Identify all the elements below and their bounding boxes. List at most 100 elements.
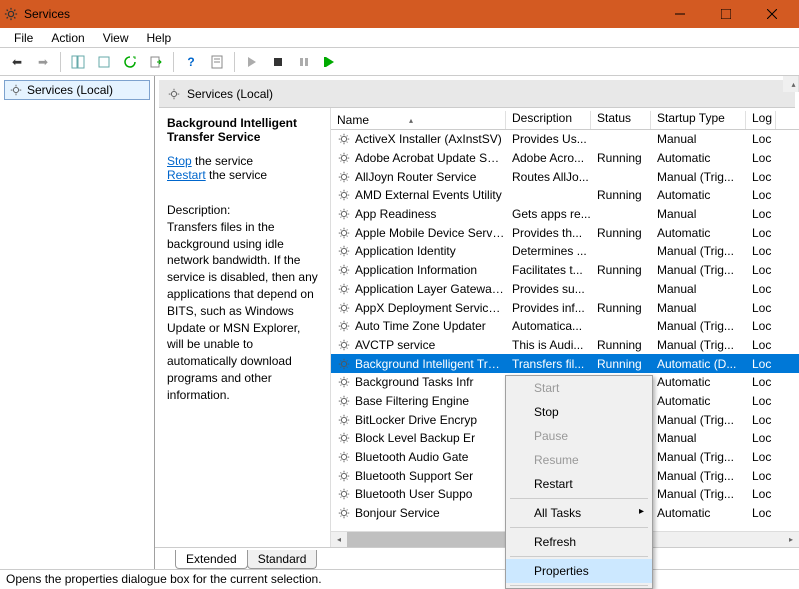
column-name[interactable]: Name▴ (331, 111, 506, 129)
restart-service-button[interactable] (319, 51, 341, 73)
column-description[interactable]: Description (506, 111, 591, 129)
service-name: Application Identity (355, 244, 456, 258)
service-startup: Manual (651, 431, 746, 445)
sort-arrow-icon: ▴ (409, 116, 413, 125)
column-log[interactable]: Log (746, 111, 776, 129)
service-row[interactable]: AVCTP serviceThis is Audi...RunningManua… (331, 336, 799, 355)
context-all-tasks[interactable]: All Tasks▸ (506, 501, 652, 525)
service-name: Bonjour Service (355, 506, 440, 520)
stop-service-button[interactable] (267, 51, 289, 73)
menu-action[interactable]: Action (43, 29, 92, 47)
menu-view[interactable]: View (95, 29, 137, 47)
window-title: Services (24, 7, 657, 21)
service-name: BitLocker Drive Encryp (355, 413, 477, 427)
service-row[interactable]: AppX Deployment Service (...Provides inf… (331, 298, 799, 317)
back-button[interactable]: ⬅ (6, 51, 28, 73)
page-header: Services (Local) (159, 80, 795, 108)
service-log: Loc (746, 263, 776, 277)
column-startup[interactable]: Startup Type (651, 111, 746, 129)
gear-icon (337, 132, 351, 146)
column-status[interactable]: Status (591, 111, 651, 129)
properties-button[interactable] (206, 51, 228, 73)
service-row[interactable]: ActiveX Installer (AxInstSV) Provides Us.… (331, 130, 799, 149)
service-row[interactable]: Background Intelligent Tran...Transfers … (331, 354, 799, 373)
gear-icon (9, 83, 23, 97)
submenu-arrow-icon: ▸ (639, 506, 644, 517)
service-description: Provides Us... (506, 132, 591, 146)
description-text: Transfers files in the background using … (167, 219, 318, 404)
refresh-button[interactable] (119, 51, 141, 73)
service-log: Loc (746, 338, 776, 352)
gear-icon (337, 301, 351, 315)
show-hide-button[interactable] (67, 51, 89, 73)
service-row[interactable]: Auto Time Zone UpdaterAutomatica...Manua… (331, 317, 799, 336)
service-name: Adobe Acrobat Update Ser... (355, 151, 505, 165)
start-service-button[interactable] (241, 51, 263, 73)
service-status: Running (591, 151, 651, 165)
service-name: ActiveX Installer (AxInstSV) (355, 132, 502, 146)
export-button[interactable] (93, 51, 115, 73)
tab-extended[interactable]: Extended (175, 550, 248, 569)
tree-item-services-local[interactable]: Services (Local) (4, 80, 150, 100)
service-startup: Manual (Trig... (651, 170, 746, 184)
context-stop[interactable]: Stop (506, 400, 652, 424)
menu-help[interactable]: Help (139, 29, 180, 47)
close-button[interactable] (749, 0, 795, 28)
service-log: Loc (746, 469, 776, 483)
service-name: Application Information (355, 263, 477, 277)
service-name: App Readiness (355, 207, 436, 221)
list-header: Name▴ Description Status Startup Type Lo… (331, 108, 799, 130)
tab-standard[interactable]: Standard (247, 550, 318, 569)
export-list-button[interactable] (145, 51, 167, 73)
service-log: Loc (746, 394, 776, 408)
service-row[interactable]: App ReadinessGets apps re...ManualLoc (331, 205, 799, 224)
context-properties[interactable]: Properties (506, 559, 652, 583)
menu-bar: File Action View Help (0, 28, 799, 48)
service-row[interactable]: Apple Mobile Device ServiceProvides th..… (331, 223, 799, 242)
tree-pane: Services (Local) (0, 76, 155, 569)
service-description: Routes AllJo... (506, 170, 591, 184)
scroll-right-arrow[interactable]: ▸ (783, 532, 799, 547)
gear-icon (167, 87, 181, 101)
service-description: Transfers fil... (506, 357, 591, 371)
service-description: Provides su... (506, 282, 591, 296)
gear-icon (337, 170, 351, 184)
service-name: AVCTP service (355, 338, 435, 352)
context-menu: Start Stop Pause Resume Restart All Task… (505, 375, 653, 589)
service-row[interactable]: Application IdentityDetermines ...Manual… (331, 242, 799, 261)
restart-link[interactable]: Restart (167, 168, 206, 182)
service-row[interactable]: Application InformationFacilitates t...R… (331, 261, 799, 280)
service-startup: Manual (651, 207, 746, 221)
gear-icon (337, 357, 351, 371)
service-row[interactable]: AMD External Events UtilityRunningAutoma… (331, 186, 799, 205)
help-button[interactable]: ? (180, 51, 202, 73)
menu-file[interactable]: File (6, 29, 41, 47)
service-startup: Manual (651, 301, 746, 315)
scroll-left-arrow[interactable]: ◂ (331, 532, 347, 547)
minimize-button[interactable] (657, 0, 703, 28)
tree-item-label: Services (Local) (27, 83, 113, 97)
gear-icon (337, 226, 351, 240)
pause-service-button[interactable] (293, 51, 315, 73)
gear-icon (337, 394, 351, 408)
maximize-button[interactable] (703, 0, 749, 28)
service-log: Loc (746, 487, 776, 501)
service-status: Running (591, 226, 651, 240)
service-name: Background Tasks Infr (355, 375, 474, 389)
gear-icon (337, 207, 351, 221)
gear-icon (337, 188, 351, 202)
gear-icon (337, 487, 351, 501)
service-row[interactable]: Adobe Acrobat Update Ser...Adobe Acro...… (331, 149, 799, 168)
service-status: Running (591, 188, 651, 202)
context-pause: Pause (506, 424, 652, 448)
service-startup: Manual (Trig... (651, 469, 746, 483)
context-refresh[interactable]: Refresh (506, 530, 652, 554)
service-log: Loc (746, 413, 776, 427)
service-row[interactable]: AllJoyn Router ServiceRoutes AllJo...Man… (331, 167, 799, 186)
gear-icon (337, 319, 351, 333)
stop-link[interactable]: Stop (167, 154, 192, 168)
service-log: Loc (746, 170, 776, 184)
service-row[interactable]: Application Layer Gateway ...Provides su… (331, 280, 799, 299)
forward-button[interactable]: ➡ (32, 51, 54, 73)
context-restart[interactable]: Restart (506, 472, 652, 496)
